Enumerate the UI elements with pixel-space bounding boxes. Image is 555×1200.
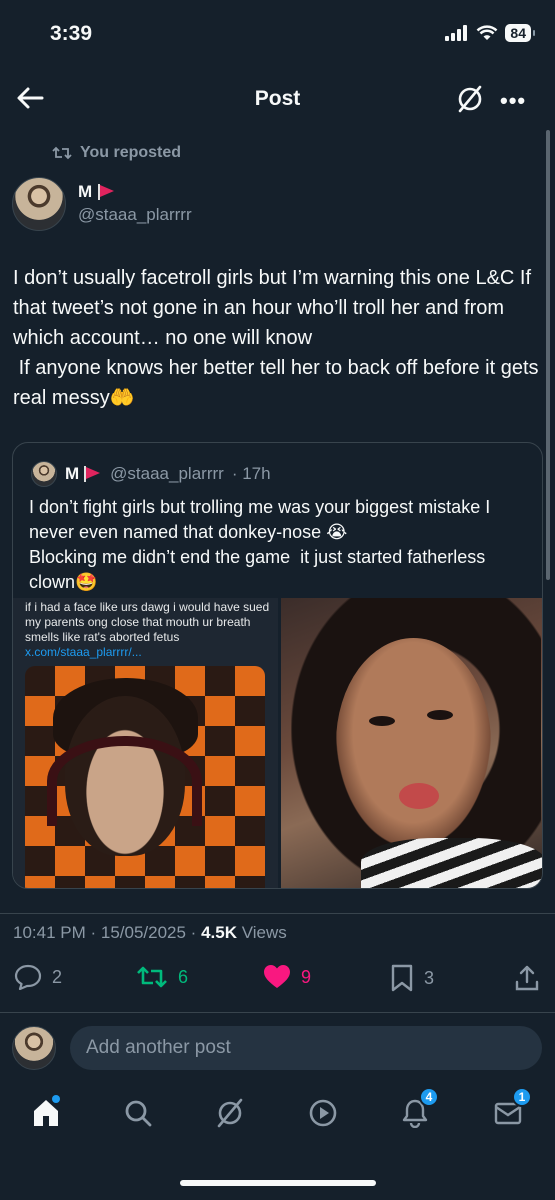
red-flag-icon <box>82 466 102 482</box>
headphones-shape <box>47 736 202 826</box>
photo-eye-left <box>369 716 395 726</box>
grok-icon <box>217 1098 243 1128</box>
author-name-text: M <box>78 182 93 201</box>
play-video-icon <box>309 1099 337 1127</box>
tab-search[interactable] <box>118 1093 158 1133</box>
quoted-media-screenshot[interactable]: if i had a face like urs dawg i would ha… <box>13 598 278 888</box>
quoted-author-name-text: M <box>65 464 80 483</box>
scrollbar[interactable] <box>546 130 550 580</box>
photo-eye-right <box>427 710 453 720</box>
red-flag-icon <box>96 184 116 200</box>
quoted-post-header: M @staaa_plarrrr · 17h <box>31 461 271 487</box>
reply-button[interactable]: 2 <box>14 964 62 990</box>
divider <box>0 913 555 914</box>
bookmark-button[interactable]: 3 <box>390 964 434 992</box>
battery-indicator: 84 <box>505 24 535 42</box>
share-button[interactable] <box>514 964 540 992</box>
post-actions: 2 6 9 3 <box>0 958 555 998</box>
repost-icon <box>52 146 72 160</box>
repost-indicator: You reposted <box>52 144 181 162</box>
tab-video[interactable] <box>303 1093 343 1133</box>
current-user-avatar[interactable] <box>12 1026 56 1070</box>
repost-icon <box>137 966 167 988</box>
heart-icon <box>264 965 290 988</box>
post-timestamp: 10:41 PM · 15/05/2025 · <box>13 923 202 942</box>
notifications-badge: 4 <box>419 1087 439 1107</box>
author-handle[interactable]: @staaa_plarrrr <box>78 205 192 225</box>
photo-lips <box>399 783 439 809</box>
reply-count: 2 <box>52 966 63 987</box>
home-indicator <box>180 1180 376 1186</box>
grok-icon[interactable] <box>455 84 485 114</box>
divider <box>0 1012 555 1013</box>
repost-label: You reposted <box>80 144 182 161</box>
post-meta: 10:41 PM · 15/05/2025 · 4.5K Views <box>13 923 287 943</box>
like-button[interactable]: 9 <box>263 964 311 990</box>
repost-button[interactable]: 6 <box>136 964 188 990</box>
post-header: Post ••• <box>0 70 555 130</box>
tab-home[interactable] <box>26 1093 66 1133</box>
repost-count: 6 <box>178 966 189 987</box>
bookmark-count: 3 <box>424 967 435 988</box>
views-count: 4.5K <box>201 923 237 942</box>
home-unread-dot <box>52 1095 60 1103</box>
more-options-icon[interactable]: ••• <box>500 88 526 114</box>
status-bar: 3:39 84 <box>0 0 555 70</box>
quoted-media-photo[interactable] <box>281 598 542 888</box>
like-count: 9 <box>301 966 312 987</box>
wifi-icon <box>477 25 498 40</box>
quoted-post-text: I don’t fight girls but trolling me was … <box>29 497 491 592</box>
bookmark-icon <box>391 964 413 992</box>
share-icon <box>515 965 539 991</box>
photo-striped-shirt <box>361 838 542 888</box>
status-time: 3:39 <box>50 22 93 45</box>
tab-notifications[interactable]: 4 <box>395 1087 439 1133</box>
signal-icon <box>445 25 468 41</box>
quoted-author-avatar <box>31 461 57 487</box>
tab-messages[interactable]: 1 <box>488 1087 532 1133</box>
post-text: I don’t usually facetroll girls but I’m … <box>13 267 539 409</box>
embedded-tweet-link: x.com/staaa_plarrrr/... <box>25 645 142 659</box>
search-icon <box>125 1100 152 1127</box>
embedded-photo-man <box>25 666 265 888</box>
quoted-post-time: · 17h <box>231 464 271 483</box>
messages-badge: 1 <box>512 1087 532 1107</box>
quoted-author-name: M <box>65 464 102 484</box>
author-name[interactable]: M <box>78 182 116 202</box>
embedded-tweet-text: if i had a face like urs dawg i would ha… <box>25 600 270 644</box>
bottom-tab-bar: 4 1 <box>0 1083 555 1153</box>
quoted-post-card[interactable]: M @staaa_plarrrr · 17h I don’t fight gir… <box>12 442 543 889</box>
author-avatar[interactable] <box>12 177 66 231</box>
photo-face <box>336 638 491 848</box>
reply-input[interactable] <box>70 1026 542 1070</box>
status-icons: 84 <box>445 24 535 42</box>
reply-icon <box>14 964 42 990</box>
views-label: Views <box>236 923 287 942</box>
quoted-author-handle: @staaa_plarrrr <box>110 464 224 483</box>
tab-grok[interactable] <box>210 1093 250 1133</box>
